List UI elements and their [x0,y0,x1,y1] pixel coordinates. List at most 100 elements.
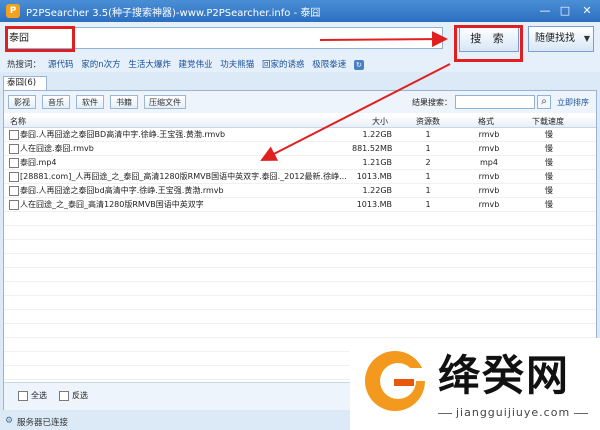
close-button[interactable]: ✕ [578,3,596,18]
cell-speed: 慢 [545,158,553,167]
hot-keyword-link[interactable]: 回家的诱惑 [262,60,305,70]
empty-row [4,254,596,268]
search-bar: 泰囧 搜 索 随便找找 ▼ [0,22,600,56]
filter-toolbar: 影视 音乐 软件 书籍 压缩文件 结果搜索： ⌕ 立即排序 [4,91,596,113]
table-row[interactable]: 泰囧.人再囧途之泰囧bd高清中字.徐峥.王宝强.黄渤.rmvb 1.22GB 1 rm… [4,184,596,198]
row-checkbox[interactable] [9,130,19,140]
cell-speed: 慢 [545,200,553,209]
invert-selection-label[interactable]: 反选 [72,390,88,401]
hot-keyword-link[interactable]: 源代码 [48,60,74,70]
cell-name: [28881.com]_人再囧途_之_泰囧_高清1280版RMVB国语中英双字.… [20,172,347,181]
invert-selection-checkbox[interactable] [59,391,69,401]
cell-format: rmvb [478,172,500,181]
cell-speed: 慢 [545,130,553,139]
hot-keyword-link[interactable]: 极限拳速 [312,60,346,70]
hot-keywords-list: 源代码 家的n次方 生活大爆炸 建党伟业 功夫熊猫 回家的诱惑 极限拳速 ↻ [48,58,364,70]
chevron-down-icon[interactable]: ▼ [584,27,590,51]
column-size[interactable]: 大小 [372,116,388,127]
cell-name: 人在囧途.泰囧.rmvb [20,144,94,153]
select-all-checkbox[interactable] [18,391,28,401]
tab-results[interactable]: 泰囧(6) [3,76,47,90]
random-search-button[interactable]: 随便找找 ▼ [528,26,594,52]
cell-size: 1.22GB [362,130,393,139]
empty-row [4,226,596,240]
cell-sources: 1 [425,144,431,153]
empty-row [4,268,596,282]
watermark-url: jiangguijiuye.com [456,406,571,419]
result-search-input[interactable] [455,95,535,109]
status-text: 服务器已连接 [17,418,69,428]
table-row[interactable]: 人在囧途_之_泰囧_高清1280版RMVB国语中英双字 1013.MB 1 rmvb 慢 [4,198,596,212]
column-speed[interactable]: 下载速度 [532,116,564,127]
cell-format: rmvb [478,200,500,209]
search-button[interactable]: 搜 索 [459,26,519,52]
cell-name: 泰囧.人再囧途之泰囧BD高清中字.徐峥.王宝强.黄渤.rmvb [20,130,226,139]
empty-row [4,212,596,226]
column-format[interactable]: 格式 [478,116,494,127]
watermark-divider [574,413,588,414]
cell-size: 1.22GB [362,186,393,195]
row-checkbox[interactable] [9,200,19,210]
results-tabs: 泰囧(6) [0,76,600,90]
watermark-logo-icon [365,351,430,411]
empty-row [4,310,596,324]
filter-archives-button[interactable]: 压缩文件 [144,95,186,109]
filter-music-button[interactable]: 音乐 [42,95,70,109]
cell-sources: 2 [425,158,431,167]
table-row[interactable]: 泰囧.人再囧途之泰囧BD高清中字.徐峥.王宝强.黄渤.rmvb 1.22GB 1 rm… [4,128,596,142]
cell-format: rmvb [478,130,500,139]
result-search-label: 结果搜索： [412,98,452,107]
hot-keyword-link[interactable]: 家的n次方 [81,60,120,70]
refresh-icon[interactable]: ↻ [353,59,364,70]
cell-format: rmvb [478,144,500,153]
hot-keyword-link[interactable]: 生活大爆炸 [128,60,171,70]
window-title: P2PSearcher 3.5(种子搜索神器)-www.P2PSearcher.… [26,8,321,19]
maximize-button[interactable]: □ [556,3,574,18]
cell-sources: 1 [425,130,431,139]
watermark-divider [438,413,452,414]
cell-format: mp4 [480,158,498,167]
table-row[interactable]: 人在囧途.泰囧.rmvb 881.52MB 1 rmvb 慢 [4,142,596,156]
hot-keyword-link[interactable]: 建党伟业 [179,60,213,70]
search-input[interactable]: 泰囧 [5,27,443,49]
search-icon[interactable]: ⌕ [537,95,551,109]
select-all-label[interactable]: 全选 [31,390,47,401]
empty-row [4,240,596,254]
cell-size: 881.52MB [352,144,393,153]
filter-software-button[interactable]: 软件 [76,95,104,109]
empty-row [4,324,596,338]
row-checkbox[interactable] [9,186,19,196]
table-row[interactable]: 泰囧.mp4 1.21GB 2 mp4 慢 [4,156,596,170]
table-header: 名称 大小 资源数 格式 下载速度 [4,115,596,128]
cell-format: rmvb [478,186,500,195]
cell-name: 泰囧.人再囧途之泰囧bd高清中字.徐峥.王宝强.黄渤.rmvb [20,186,224,195]
empty-row [4,296,596,310]
cell-sources: 1 [425,172,431,181]
column-sources[interactable]: 资源数 [416,116,440,127]
connection-icon: ⚙ [5,416,14,426]
hot-keywords-bar: 热搜词： 源代码 家的n次方 生活大爆炸 建党伟业 功夫熊猫 回家的诱惑 极限拳… [0,56,600,72]
random-search-label: 随便找找 [535,33,575,44]
app-window: P P2PSearcher 3.5(种子搜索神器)-www.P2PSearche… [0,0,600,430]
filter-video-button[interactable]: 影视 [8,95,36,109]
filter-books-button[interactable]: 书籍 [110,95,138,109]
cell-speed: 慢 [545,172,553,181]
cell-name: 泰囧.mp4 [20,158,57,167]
watermark-title: 绛癸网 [438,351,571,400]
cell-speed: 慢 [545,186,553,195]
minimize-button[interactable]: — [536,3,554,18]
watermark: 绛癸网 jiangguijiuye.com [350,338,600,430]
cell-sources: 1 [425,186,431,195]
hot-keyword-link[interactable]: 功夫熊猫 [220,60,254,70]
empty-row [4,282,596,296]
cell-speed: 慢 [545,144,553,153]
app-logo-icon: P [6,4,20,18]
sort-now-link[interactable]: 立即排序 [557,97,589,108]
row-checkbox[interactable] [9,144,19,154]
hot-keywords-label: 热搜词： [7,60,42,70]
row-checkbox[interactable] [9,158,19,168]
column-name[interactable]: 名称 [10,116,26,127]
title-bar: P P2PSearcher 3.5(种子搜索神器)-www.P2PSearche… [0,0,600,22]
table-row[interactable]: [28881.com]_人再囧途_之_泰囧_高清1280版RMVB国语中英双字.… [4,170,596,184]
row-checkbox[interactable] [9,172,19,182]
